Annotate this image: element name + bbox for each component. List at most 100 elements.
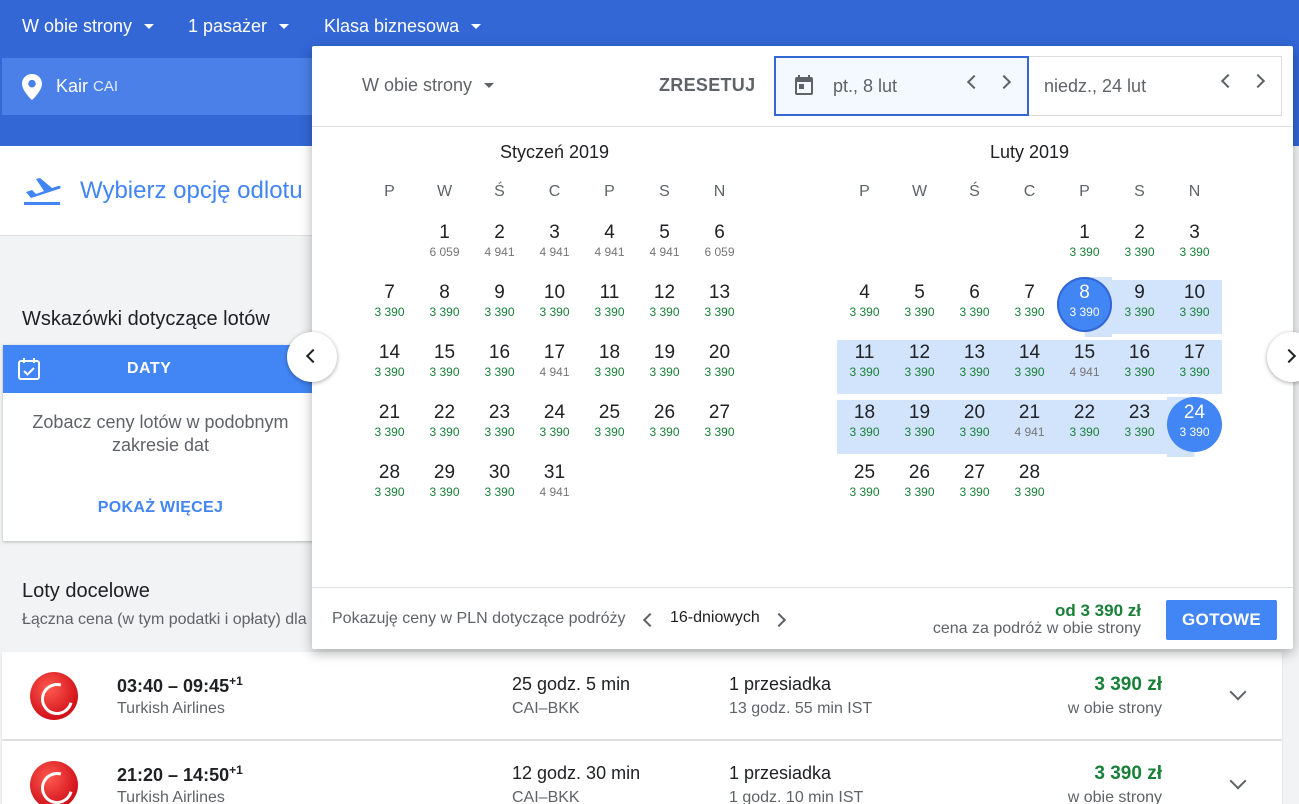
calendar-day[interactable]: 25 3 390 [837, 457, 892, 517]
calendar-day[interactable]: 7 3 390 [1002, 277, 1057, 337]
day-number: 15 [433, 342, 456, 363]
day-price: 4 941 [539, 485, 570, 499]
day-price: 3 390 [594, 365, 625, 379]
origin-field[interactable]: Kair CAI [2, 58, 322, 115]
calendar-day[interactable]: 6 3 390 [947, 277, 1002, 337]
passengers-select[interactable]: 1 pasażer [188, 16, 290, 37]
calendar-day[interactable]: 10 3 390 [1167, 277, 1222, 337]
calendar-day[interactable]: 6 6 059 [692, 217, 747, 277]
calendar-day[interactable]: 27 3 390 [692, 397, 747, 457]
calendar-day[interactable]: 13 3 390 [947, 337, 1002, 397]
calendar-day[interactable]: 8 3 390 [417, 277, 472, 337]
previous-date-icon[interactable] [1220, 73, 1236, 89]
calendar-day[interactable]: 28 3 390 [362, 457, 417, 517]
calendar-day[interactable]: 4 4 941 [582, 217, 637, 277]
calendar-day[interactable]: 28 3 390 [1002, 457, 1057, 517]
calendar-day[interactable]: 1 3 390 [1057, 217, 1112, 277]
origin-city: Kair [56, 76, 89, 96]
flight-duration: 25 godz. 5 min [512, 674, 631, 694]
departure-date-field[interactable]: pt., 8 lut [774, 56, 1029, 116]
calendar-day[interactable]: 26 3 390 [637, 397, 692, 457]
next-date-icon[interactable] [996, 74, 1012, 90]
calendar-day[interactable]: 16 3 390 [1112, 337, 1167, 397]
expand-chevron-icon[interactable] [1229, 772, 1247, 790]
calendar-day[interactable]: 15 4 941 [1057, 337, 1112, 397]
calendar-day[interactable]: 7 3 390 [362, 277, 417, 337]
calendar-day[interactable]: 19 3 390 [637, 337, 692, 397]
calendar-day[interactable]: 31 4 941 [527, 457, 582, 517]
calendar-day[interactable]: 24 3 390 [527, 397, 582, 457]
calendar-day[interactable]: 1 6 059 [417, 217, 472, 277]
passengers-label: 1 pasażer [188, 16, 268, 36]
calendar-day[interactable]: 27 3 390 [947, 457, 1002, 517]
calendar-day[interactable]: 3 4 941 [527, 217, 582, 277]
calendar-day[interactable]: 12 3 390 [637, 277, 692, 337]
cabin-select[interactable]: Klasa biznesowa [324, 16, 482, 37]
day-number: 9 [1134, 282, 1145, 303]
increase-trip-length-icon[interactable] [771, 612, 787, 628]
calendar-day[interactable]: 13 3 390 [692, 277, 747, 337]
calendar-day[interactable]: 20 3 390 [947, 397, 1002, 457]
expand-chevron-icon[interactable] [1229, 683, 1247, 701]
calendar-day[interactable]: 20 3 390 [692, 337, 747, 397]
previous-month-button[interactable] [287, 332, 337, 382]
calendar-day[interactable]: 17 3 390 [1167, 337, 1222, 397]
calendar-day[interactable]: 11 3 390 [582, 277, 637, 337]
calendar-day[interactable]: 30 3 390 [472, 457, 527, 517]
day-price: 3 390 [484, 365, 515, 379]
reset-button[interactable]: ZRESETUJ [659, 75, 755, 96]
previous-date-icon[interactable] [966, 74, 982, 90]
show-more-link[interactable]: POKAŻ WIĘCEJ [3, 499, 318, 517]
calendar-day[interactable]: 4 3 390 [837, 277, 892, 337]
day-price: 3 390 [539, 425, 570, 439]
calendar-day[interactable]: 23 3 390 [1112, 397, 1167, 457]
calendar-day[interactable]: 11 3 390 [837, 337, 892, 397]
calendar-day[interactable]: 25 3 390 [582, 397, 637, 457]
calendar-day[interactable]: 29 3 390 [417, 457, 472, 517]
picker-trip-type-select[interactable]: W obie strony [362, 75, 495, 96]
calendar-day[interactable]: 5 4 941 [637, 217, 692, 277]
calendar-day[interactable]: 14 3 390 [1002, 337, 1057, 397]
selected-departure-day[interactable]: 8 3 390 [1057, 277, 1112, 337]
day-price: 3 390 [849, 305, 880, 319]
day-price: 3 390 [649, 365, 680, 379]
dates-tip-card: DATY Zobacz ceny lotów w podobnym zakres… [3, 345, 318, 541]
calendar-day[interactable]: 18 3 390 [837, 397, 892, 457]
weekday-header: PWŚCPSN [362, 183, 747, 201]
day-price: 4 941 [539, 245, 570, 259]
flight-row[interactable]: 21:20 – 14:50+1 Turkish Airlines 12 godz… [2, 741, 1282, 804]
trip-type-select[interactable]: W obie strony [22, 16, 155, 37]
calendar-day[interactable]: 19 3 390 [892, 397, 947, 457]
calendar-day[interactable]: 22 3 390 [417, 397, 472, 457]
calendar-day[interactable]: 26 3 390 [892, 457, 947, 517]
calendar-day[interactable]: 21 3 390 [362, 397, 417, 457]
calendar-day[interactable]: 23 3 390 [472, 397, 527, 457]
flight-row[interactable]: 03:40 – 09:45+1 Turkish Airlines 25 godz… [2, 652, 1282, 740]
calendar-day[interactable]: 5 3 390 [892, 277, 947, 337]
next-date-icon[interactable] [1250, 73, 1266, 89]
calendar-day[interactable]: 2 4 941 [472, 217, 527, 277]
calendar-day[interactable]: 12 3 390 [892, 337, 947, 397]
day-number: 17 [543, 342, 566, 363]
selected-return-day[interactable]: 24 3 390 [1167, 397, 1222, 457]
calendar-day[interactable]: 10 3 390 [527, 277, 582, 337]
return-date-field[interactable]: niedz., 24 lut [1029, 56, 1282, 116]
calendar-day[interactable]: 22 3 390 [1057, 397, 1112, 457]
decrease-trip-length-icon[interactable] [642, 612, 658, 628]
calendar-day[interactable]: 2 3 390 [1112, 217, 1167, 277]
calendar-day[interactable]: 9 3 390 [472, 277, 527, 337]
calendar-day[interactable]: 14 3 390 [362, 337, 417, 397]
calendar-day[interactable]: 15 3 390 [417, 337, 472, 397]
calendar-day[interactable]: 16 3 390 [472, 337, 527, 397]
caret-down-icon [484, 83, 495, 88]
caret-down-icon [144, 24, 155, 29]
calendar-day[interactable]: 18 3 390 [582, 337, 637, 397]
calendar-day[interactable]: 9 3 390 [1112, 277, 1167, 337]
calendar-day[interactable]: 3 3 390 [1167, 217, 1222, 277]
calendar-day[interactable]: 17 4 941 [527, 337, 582, 397]
month-day-grid: 1 6 059 2 4 941 3 4 941 4 4 941 5 4 941 6 6 059 7 3 3… [362, 217, 747, 517]
done-button[interactable]: GOTOWE [1166, 600, 1277, 640]
destination-flights-title: Loty docelowe [22, 580, 150, 602]
calendar-day[interactable]: 21 4 941 [1002, 397, 1057, 457]
day-price: 3 390 [484, 425, 515, 439]
